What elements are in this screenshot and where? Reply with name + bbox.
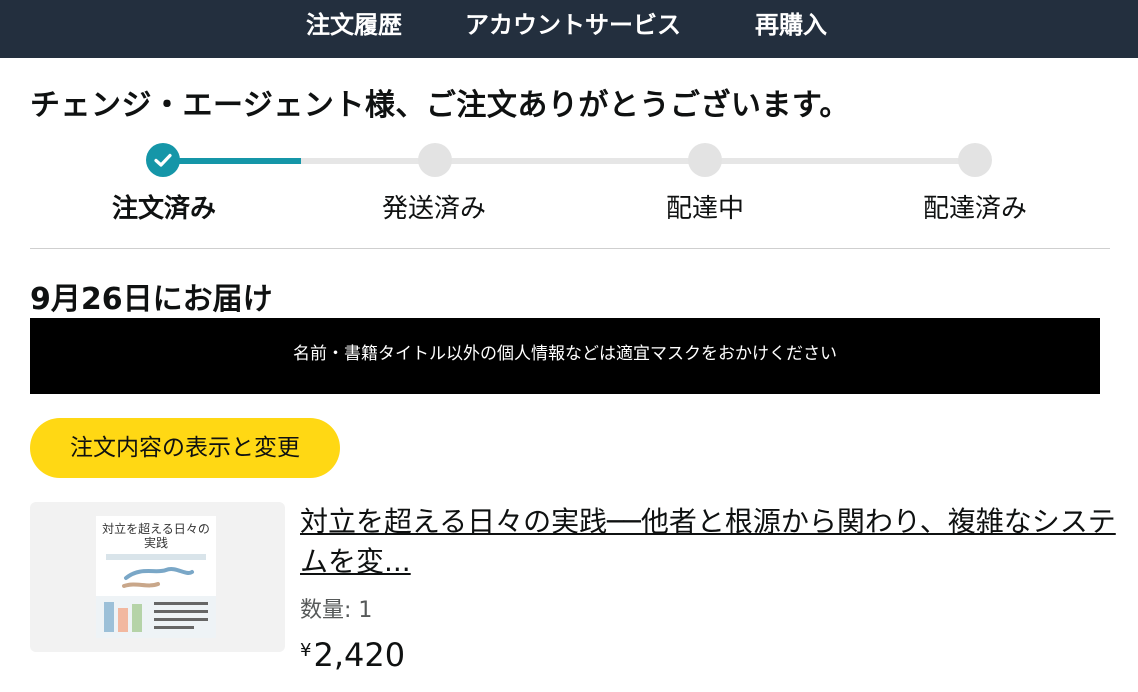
book-cover-image: 対立を超える日々の実践 [96,516,216,638]
tracker-progress-fill [163,158,302,164]
product-thumbnail[interactable]: 対立を超える日々の実践 [30,502,285,652]
step-delivered-dot [958,143,992,177]
step-delivered-label: 配達済み [922,194,1028,224]
tracker-track [163,158,975,164]
privacy-mask-banner: 名前・書籍タイトル以外の個人情報などは適宜マスクをおかけください [30,318,1100,394]
nav-buy-again-link[interactable]: 再購入 [755,0,827,58]
book-cover-art [96,554,216,638]
step-shipped-dot [418,143,452,177]
product-price: ¥2,420 [300,636,405,674]
nav-order-history-link[interactable]: 注文履歴 [306,0,402,58]
step-shipped-label: 発送済み [381,194,487,224]
checkmark-icon [154,153,172,167]
product-quantity: 数量: 1 [300,598,373,623]
step-ordered-label: 注文済み [111,194,217,224]
price-value: 2,420 [313,636,406,674]
view-edit-order-button[interactable]: 注文内容の表示と変更 [30,418,340,478]
step-ordered-dot [146,143,180,177]
nav-account-services-link[interactable]: アカウントサービス [465,0,681,58]
delivery-date-heading: 9月26日にお届け [30,282,273,317]
currency-symbol: ¥ [300,640,312,661]
step-out-for-delivery-dot [688,143,722,177]
top-nav: 注文履歴 アカウントサービス 再購入 [0,0,1138,58]
product-title-link[interactable]: 対立を超える日々の実践──他者と根源から関わり、複雑なシステムを変... [300,502,1120,582]
page-title: チェンジ・エージェント様、ご注文ありがとうございます。 [30,88,850,123]
section-divider [30,248,1110,249]
step-out-for-delivery-label: 配達中 [665,194,745,224]
